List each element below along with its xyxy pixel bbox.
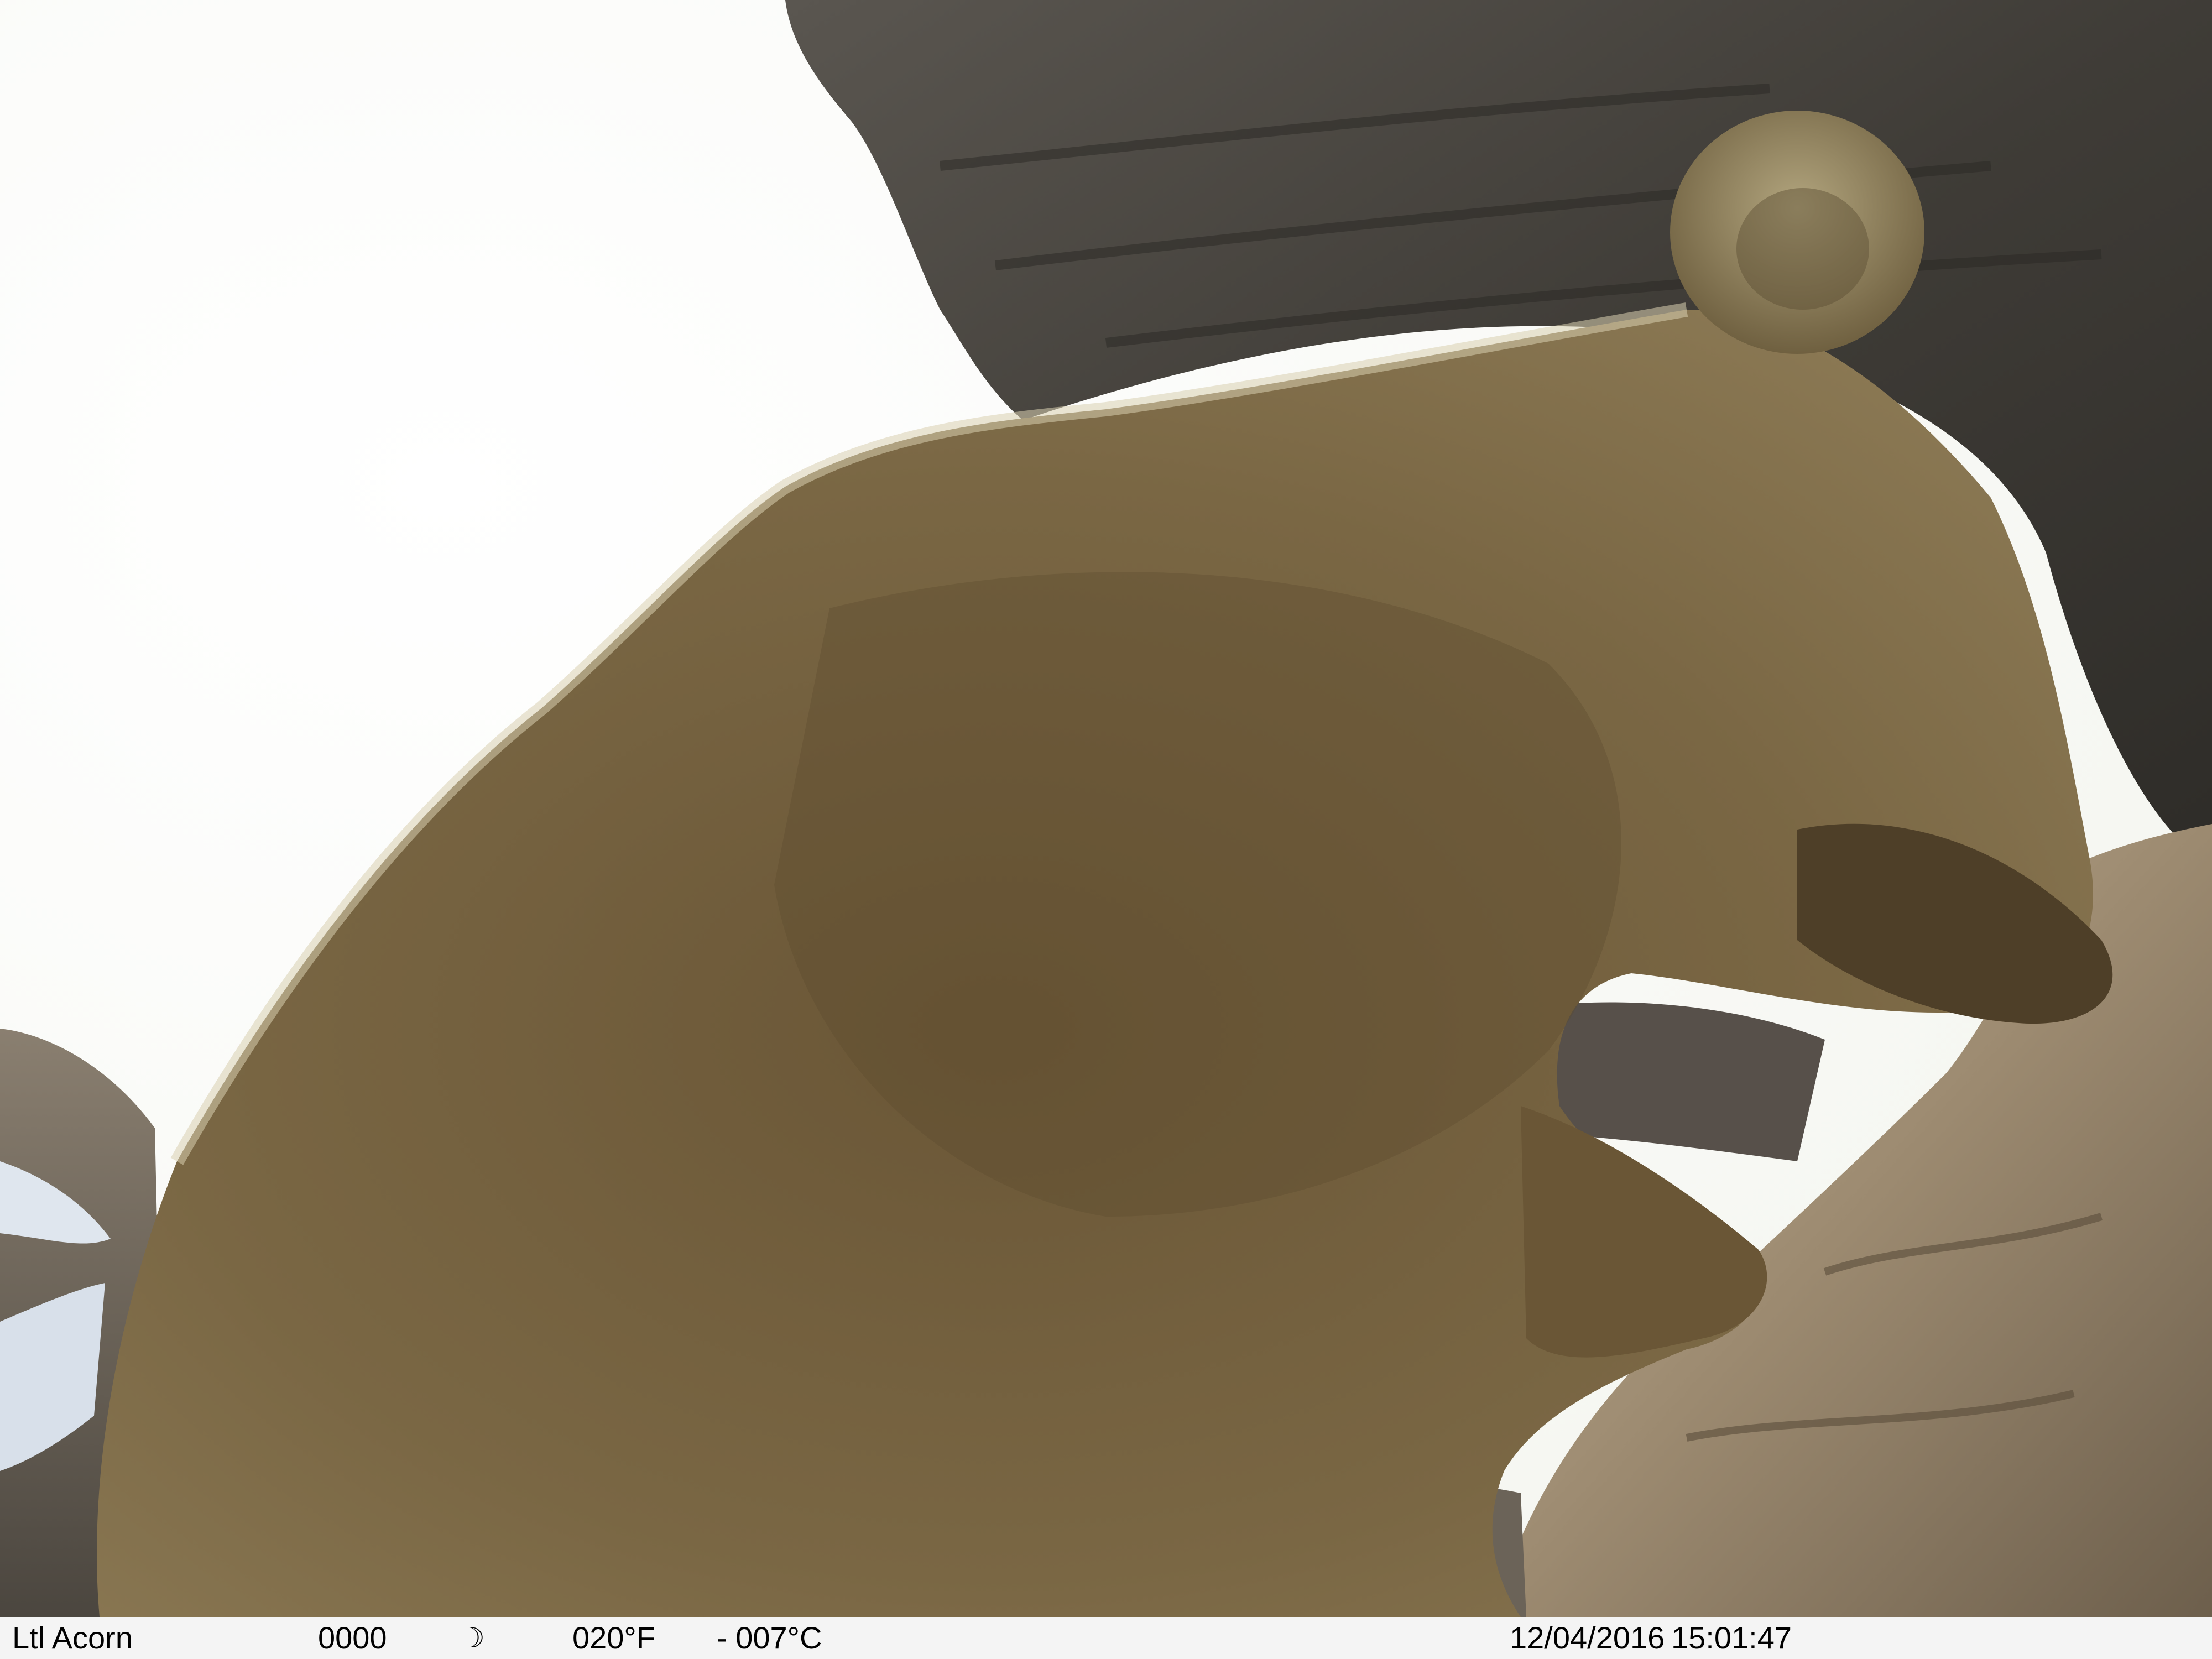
moon-phase-icon: ☽ (460, 1622, 485, 1654)
temperature-fahrenheit: 020°F (572, 1620, 656, 1655)
photo-scene (0, 0, 2212, 1617)
capture-date: 12/04/2016 (1510, 1620, 1665, 1655)
temperature-celsius: - 007°C (717, 1620, 822, 1655)
capture-time: 15:01:47 (1671, 1620, 1792, 1655)
trail-camera-photo: Ltl Acorn 0000 ☽ 020°F - 007°C 12/04/201… (0, 0, 2212, 1659)
camera-info-bar: Ltl Acorn 0000 ☽ 020°F - 007°C 12/04/201… (0, 1617, 2212, 1659)
bear-ear-inner (1736, 188, 1869, 310)
camera-name: Ltl Acorn (12, 1620, 133, 1655)
frame-number: 0000 (318, 1620, 387, 1655)
